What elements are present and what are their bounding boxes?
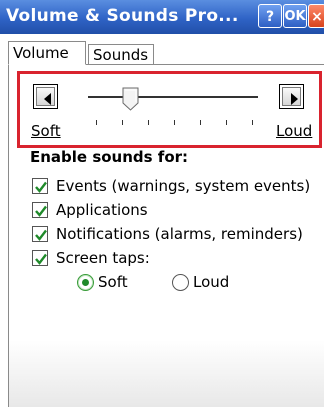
soft-radio-label: Soft [98,273,128,291]
slider-tick [148,120,149,125]
radio-circle [77,274,94,291]
radio-selected-dot [82,279,89,286]
volume-up-button[interactable] [279,84,304,109]
slider-tick [200,120,201,125]
applications-label: Applications [56,201,148,219]
slider-tick [122,120,123,125]
screen-taps-label: Screen taps: [56,249,150,267]
volume-slider-thumb[interactable] [122,87,139,111]
radio-circle [172,274,189,291]
slider-tick [96,120,97,125]
screen-taps-checkbox[interactable] [32,250,48,266]
enable-sounds-label: Enable sounds for: [30,148,189,166]
tab-sounds[interactable]: Sounds [88,44,154,64]
slider-tick [174,120,175,125]
loud-radio-label: Loud [193,273,230,291]
events-checkbox[interactable] [32,178,48,194]
panel-background [9,340,324,407]
right-arrow-icon [291,93,298,105]
volume-down-button[interactable] [33,84,58,109]
close-button[interactable]: × [308,4,324,28]
title-bar: Volume & Sounds Pro... ? OK × [0,0,324,34]
soft-label: Soft [31,122,61,140]
slider-tick [226,120,227,125]
notifications-checkbox[interactable] [32,226,48,242]
slider-tick [252,120,253,125]
applications-checkbox[interactable] [32,202,48,218]
loud-label: Loud [276,122,313,140]
left-arrow-icon [44,93,51,105]
help-button[interactable]: ? [258,4,282,28]
ok-button[interactable]: OK [283,4,307,28]
tab-volume[interactable]: Volume [8,41,86,65]
notifications-label: Notifications (alarms, reminders) [56,225,303,243]
volume-slider-track[interactable] [88,96,258,98]
events-label: Events (warnings, system events) [56,177,311,195]
window-title: Volume & Sounds Pro... [6,6,239,26]
